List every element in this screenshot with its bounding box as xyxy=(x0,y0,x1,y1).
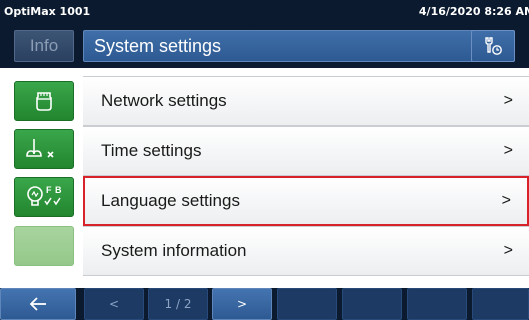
chevron-right-icon: > xyxy=(503,92,513,109)
menu-item-language-settings[interactable]: Language settings > xyxy=(83,176,529,226)
footer-empty-button-4[interactable] xyxy=(472,288,529,320)
footer-empty-button-2[interactable] xyxy=(342,288,402,320)
shortcut-reference-check-button[interactable]: F B xyxy=(14,177,74,217)
footer-empty-button-3[interactable] xyxy=(407,288,467,320)
header: Info System settings xyxy=(0,22,529,68)
prev-page-button[interactable]: < xyxy=(84,288,144,320)
shortcut-container-button[interactable] xyxy=(14,81,74,121)
menu-item-time-settings[interactable]: Time settings > xyxy=(83,126,529,176)
container-icon xyxy=(36,92,52,111)
page-indicator: 1 / 2 xyxy=(148,288,208,320)
page-title-text: System settings xyxy=(94,35,222,56)
stirrer-off-icon xyxy=(26,139,54,158)
wrench-clock-icon xyxy=(485,37,502,55)
svg-text:F: F xyxy=(46,185,52,195)
page-title: System settings xyxy=(83,30,515,62)
next-page-button[interactable]: > xyxy=(212,288,272,320)
arrow-left-icon xyxy=(29,297,46,311)
date-time: 4/16/2020 8:26 AM xyxy=(418,4,529,18)
shortcut-empty-slot[interactable] xyxy=(14,226,74,266)
menu-item-label: Language settings xyxy=(101,191,240,210)
menu-item-network-settings[interactable]: Network settings > xyxy=(83,76,529,126)
chevron-right-icon: > xyxy=(501,192,511,209)
chevron-right-icon: > xyxy=(503,242,513,259)
bulb-fb-check-icon: F B xyxy=(27,185,62,206)
menu-item-label: Network settings xyxy=(101,91,227,110)
footer-empty-button-1[interactable] xyxy=(277,288,337,320)
menu-item-system-information[interactable]: System information > xyxy=(83,226,529,276)
back-button[interactable] xyxy=(0,288,76,320)
chevron-right-icon: > xyxy=(503,142,513,159)
menu-item-label: System information xyxy=(101,241,247,260)
device-name: OptiMax 1001 xyxy=(4,4,91,18)
info-button[interactable]: Info xyxy=(14,30,74,62)
footer-bar: < 1 / 2 > xyxy=(0,288,529,320)
shortcut-stirrer-button[interactable] xyxy=(14,129,74,169)
status-bar: OptiMax 1001 4/16/2020 8:26 AM xyxy=(0,0,529,22)
menu-item-label: Time settings xyxy=(101,141,202,160)
svg-text:B: B xyxy=(55,185,62,195)
maintenance-button[interactable] xyxy=(471,30,515,62)
